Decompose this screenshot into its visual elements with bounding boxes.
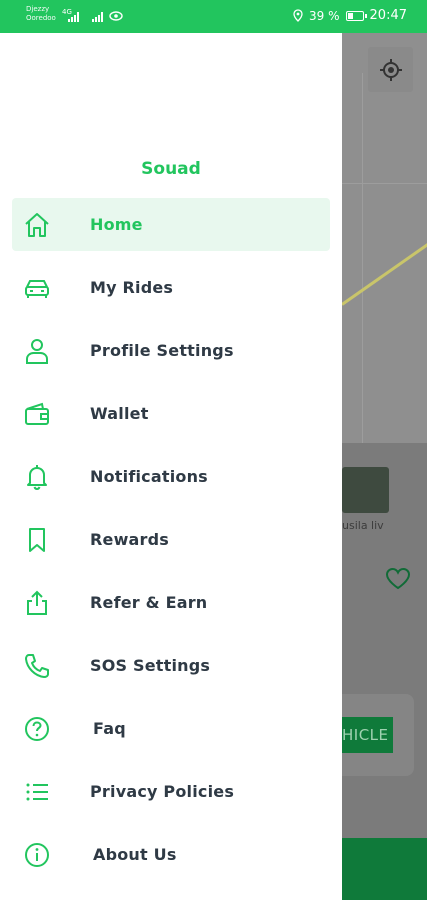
vehicle-thumbnail[interactable] [342,467,389,513]
vehicle-thumbnail-label: usila liv [342,519,384,532]
menu-item-privacy-policies[interactable]: Privacy Policies [12,765,330,818]
menu-item-label: Wallet [90,404,149,423]
select-vehicle-button[interactable]: HICLE [342,717,393,753]
map-road [342,222,427,306]
signal-icon-2 [92,12,103,22]
my-location-button[interactable] [368,47,413,92]
menu-item-my-rides[interactable]: My Rides [12,261,330,314]
share-icon [22,588,52,618]
menu-item-label: About Us [93,845,177,864]
select-vehicle-label: HICLE [342,726,389,744]
battery-icon [345,10,367,21]
status-bar: Djezzy Ooredoo 4G 39 % 20:47 [0,0,427,33]
car-icon [22,273,52,303]
phone-icon [22,651,52,681]
menu-item-sos-settings[interactable]: SOS Settings [12,639,330,692]
list-icon [22,777,52,807]
menu-item-label: Rewards [90,530,170,549]
menu-item-refer-earn[interactable]: Refer & Earn [12,576,330,629]
bell-icon [22,462,52,492]
user-icon [22,336,52,366]
carrier-names: Djezzy Ooredoo [26,5,56,23]
battery-percent: 39 % [309,8,340,23]
menu-item-label: Privacy Policies [90,782,235,801]
menu-item-label: Refer & Earn [90,593,208,612]
signal-icon [68,12,79,22]
info-icon [22,840,52,870]
user-name: Souad [141,159,201,179]
menu-item-label: Profile Settings [90,341,234,360]
map-street [362,73,363,473]
menu-item-notifications[interactable]: Notifications [12,450,330,503]
eye-icon [109,11,123,21]
menu-item-rewards[interactable]: Rewards [12,513,330,566]
menu-item-label: My Rides [90,278,174,297]
menu-item-about-us[interactable]: About Us [12,828,330,881]
clock: 20:47 [369,8,407,23]
menu-item-label: Faq [93,719,126,738]
home-icon [22,210,52,240]
menu-item-home[interactable]: Home [12,198,330,251]
status-right: 39 % 20:47 [293,8,407,23]
menu-item-profile-settings[interactable]: Profile Settings [12,324,330,377]
menu-item-label: Home [90,215,143,234]
carrier-1: Djezzy [26,5,50,13]
heart-icon [385,567,411,590]
menu-item-faq[interactable]: Faq [12,702,330,755]
bottom-action-bar[interactable] [342,838,427,900]
favorite-button[interactable] [385,567,411,591]
navigation-drawer: Souad Home My Rides Profile Settings Wal… [0,33,342,900]
menu-item-label: Notifications [90,467,208,486]
carrier-2: Ooredoo [26,14,56,22]
menu-item-label: SOS Settings [90,656,211,675]
menu-item-wallet[interactable]: Wallet [12,387,330,440]
location-pin-icon [293,9,303,22]
wallet-icon [22,399,52,429]
map-street [342,183,427,184]
help-circle-icon [22,714,52,744]
crosshair-icon [379,58,402,81]
bookmark-icon [22,525,52,555]
